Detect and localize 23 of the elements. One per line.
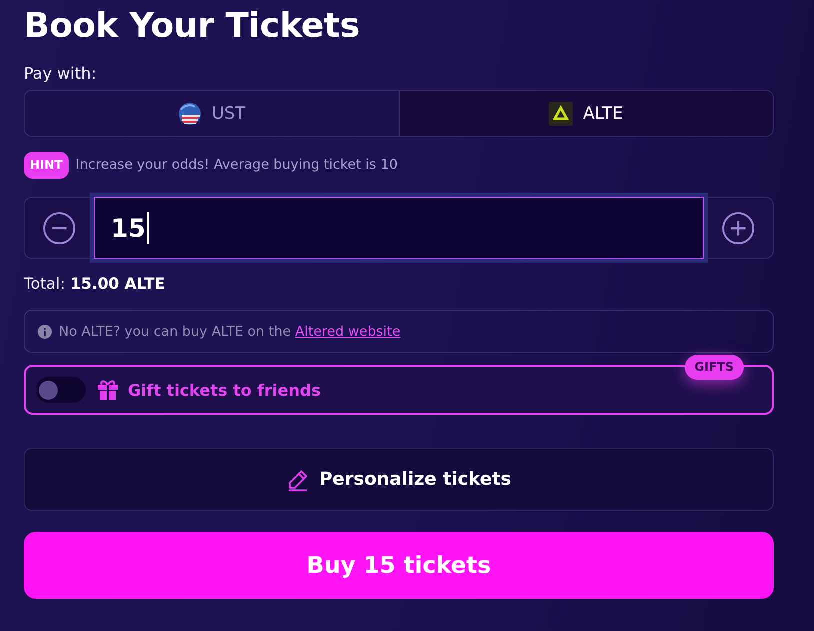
- gift-label: Gift tickets to friends: [128, 380, 321, 400]
- gift-icon: [96, 378, 120, 402]
- currency-tab[interactable]: UST: [25, 91, 398, 136]
- decrease-button[interactable]: [43, 212, 76, 244]
- gift-toggle[interactable]: [36, 377, 86, 403]
- flag-globe-icon: [178, 102, 202, 126]
- plus-circle-icon: [722, 212, 755, 244]
- notice-text: No ALTE? you can buy ALTE on the Altered website: [59, 324, 401, 340]
- page-title: Book Your Tickets: [24, 5, 360, 48]
- altered-website-link[interactable]: Altered website: [295, 324, 401, 340]
- hint-text: Increase your odds! Average buying ticket is 10: [76, 157, 398, 173]
- info-icon: [38, 324, 52, 338]
- triangle-logo-icon: [549, 102, 574, 126]
- minus-circle-icon: [43, 212, 76, 244]
- gifts-badge: GIFTS: [684, 355, 744, 380]
- total-text: Total: 15.00 ALTE: [24, 274, 166, 295]
- text-cursor: [146, 212, 149, 244]
- personalize-button[interactable]: Personalize tickets: [24, 448, 774, 511]
- currency-tab[interactable]: ALTE: [398, 91, 773, 136]
- increase-button[interactable]: [722, 212, 755, 244]
- pencil-icon: [286, 468, 310, 492]
- pay-with-label: Pay with:: [24, 63, 97, 85]
- hint-badge: HINT: [24, 152, 69, 178]
